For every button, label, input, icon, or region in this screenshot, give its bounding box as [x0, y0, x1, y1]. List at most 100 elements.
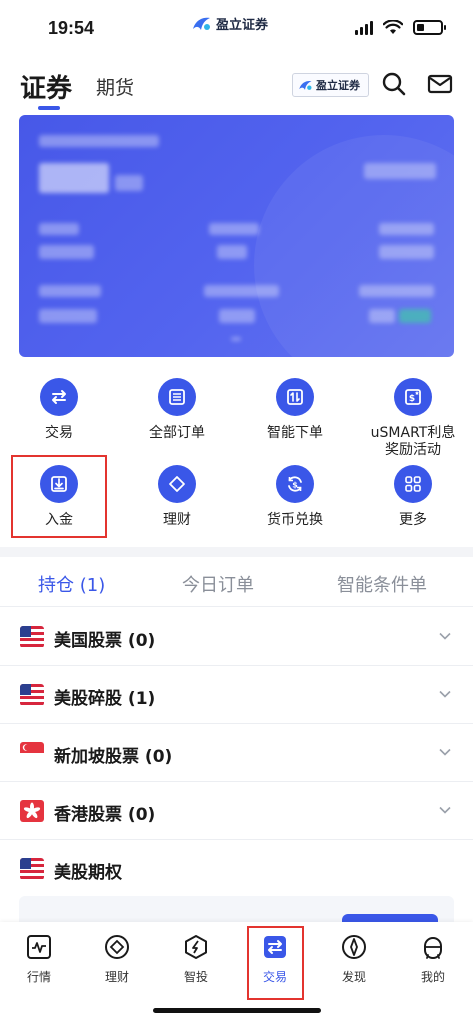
nav-market[interactable]: 行情	[9, 934, 69, 985]
market-label: 新加坡股票 (0)	[54, 747, 173, 767]
order-list-icon	[158, 378, 196, 416]
nav-discover-label: 发现	[341, 970, 366, 984]
tab-securities[interactable]: 证券	[20, 68, 72, 105]
redacted-value	[217, 245, 247, 259]
nav-robo-advisor-label: 智投	[183, 970, 208, 984]
smart-order-icon	[276, 378, 314, 416]
action-wealth[interactable]: 理财	[118, 465, 236, 529]
section-divider	[0, 547, 473, 557]
action-trade[interactable]: 交易	[0, 378, 118, 442]
action-interest-reward-label: uSMART利息 奖励活动	[371, 425, 456, 459]
search-icon[interactable]	[380, 70, 408, 98]
market-label: 美国股票 (0)	[54, 631, 156, 651]
market-row-us-fractional[interactable]: 美股碎股 (1)	[0, 666, 473, 724]
action-smart-order[interactable]: 智能下单	[236, 378, 354, 442]
action-more-label: 更多	[399, 512, 427, 528]
home-indicator	[153, 1008, 321, 1013]
action-all-orders-label: 全部订单	[149, 425, 205, 441]
profile-icon	[424, 937, 442, 959]
svg-text:$: $	[409, 394, 415, 404]
position-tabs: 持仓 (1) 今日订单 智能条件单	[0, 557, 473, 607]
market-row-hk-stocks[interactable]: 香港股票 (0)	[0, 782, 473, 840]
redacted-tag	[399, 309, 431, 323]
hk-flag-icon	[20, 800, 44, 822]
us-flag-icon	[20, 684, 44, 706]
chevron-down-icon[interactable]	[439, 688, 451, 700]
broker-badge-label: 盈立证券	[316, 79, 360, 92]
header: 证券 期货 盈立证券	[0, 60, 473, 115]
market-label: 香港股票 (0)	[54, 805, 156, 825]
cellular-signal-icon	[355, 20, 373, 35]
market-row-sg-stocks[interactable]: 新加坡股票 (0)	[0, 724, 473, 782]
tab-futures[interactable]: 期货	[96, 73, 134, 100]
broker-switch-badge[interactable]: 盈立证券	[292, 73, 369, 97]
redacted-label	[39, 135, 159, 147]
mail-icon[interactable]	[426, 70, 454, 98]
svg-text:$: $	[292, 481, 298, 490]
status-brand: 盈立证券	[190, 14, 268, 33]
status-time: 19:54	[48, 18, 95, 38]
action-interest-reward[interactable]: $ uSMART利息 奖励活动	[354, 378, 472, 459]
nav-wealth-label: 理财	[104, 970, 129, 984]
redacted-field	[379, 223, 434, 235]
nav-discover[interactable]: 发现	[324, 934, 384, 985]
market-label: 美股期权	[54, 863, 122, 883]
action-trade-label: 交易	[45, 425, 73, 441]
action-currency-exchange-label: 货币兑换	[267, 512, 323, 528]
page-indicator	[231, 337, 241, 341]
deposit-highlight-box	[11, 455, 107, 538]
wealth-icon	[105, 935, 129, 959]
redacted-value	[369, 309, 395, 323]
redacted-value	[219, 309, 255, 323]
tab-holdings[interactable]: 持仓 (1)	[38, 571, 105, 597]
us-flag-icon	[20, 858, 44, 880]
account-summary-card[interactable]	[19, 115, 454, 357]
compass-icon	[342, 935, 366, 959]
redacted-value	[39, 245, 94, 259]
action-wealth-label: 理财	[163, 512, 191, 528]
broker-logo-icon	[299, 80, 312, 90]
nav-wealth[interactable]: 理财	[87, 934, 147, 985]
chevron-down-icon[interactable]	[439, 746, 451, 758]
currency-exchange-icon: $	[276, 465, 314, 503]
nav-robo-advisor[interactable]: 智投	[166, 934, 226, 985]
tab-today-orders[interactable]: 今日订单	[182, 571, 254, 597]
swap-icon	[40, 378, 78, 416]
reward-icon: $	[394, 378, 432, 416]
redacted-toggle	[364, 163, 436, 179]
chevron-down-icon[interactable]	[439, 630, 451, 642]
action-smart-order-label: 智能下单	[267, 425, 323, 441]
redacted-balance	[39, 163, 109, 193]
battery-level	[417, 24, 424, 31]
status-icons	[355, 20, 446, 35]
us-flag-icon	[20, 626, 44, 648]
market-label: 美股碎股 (1)	[54, 689, 156, 709]
market-row-us-stocks[interactable]: 美国股票 (0)	[0, 608, 473, 666]
tab-smart-conditional-orders[interactable]: 智能条件单	[337, 571, 427, 597]
brand-logo-icon	[193, 17, 210, 30]
robo-advisor-icon	[185, 935, 207, 959]
redacted-field	[359, 285, 434, 297]
redacted-field	[204, 285, 279, 297]
action-interest-reward-line2: 奖励活动	[385, 442, 441, 458]
market-icon	[27, 935, 51, 959]
sg-flag-icon	[20, 742, 44, 764]
action-currency-exchange[interactable]: $ 货币兑换	[236, 465, 354, 529]
redacted-field	[209, 223, 259, 235]
nav-profile[interactable]: 我的	[403, 934, 463, 985]
redacted-value	[39, 309, 97, 323]
status-brand-label: 盈立证券	[216, 18, 269, 33]
redacted-field	[39, 285, 101, 297]
market-row-us-options[interactable]: 美股期权	[0, 840, 473, 898]
chevron-down-icon[interactable]	[439, 804, 451, 816]
nav-profile-label: 我的	[420, 970, 445, 984]
active-tab-indicator	[38, 106, 60, 110]
action-all-orders[interactable]: 全部订单	[118, 378, 236, 442]
action-more[interactable]: 更多	[354, 465, 472, 529]
trade-nav-highlight-box	[247, 926, 304, 1000]
redacted-field	[39, 223, 79, 235]
diamond-icon	[158, 465, 196, 503]
status-bar: 19:54 盈立证券	[0, 0, 473, 60]
redacted-currency	[115, 175, 143, 191]
redacted-value	[379, 245, 434, 259]
